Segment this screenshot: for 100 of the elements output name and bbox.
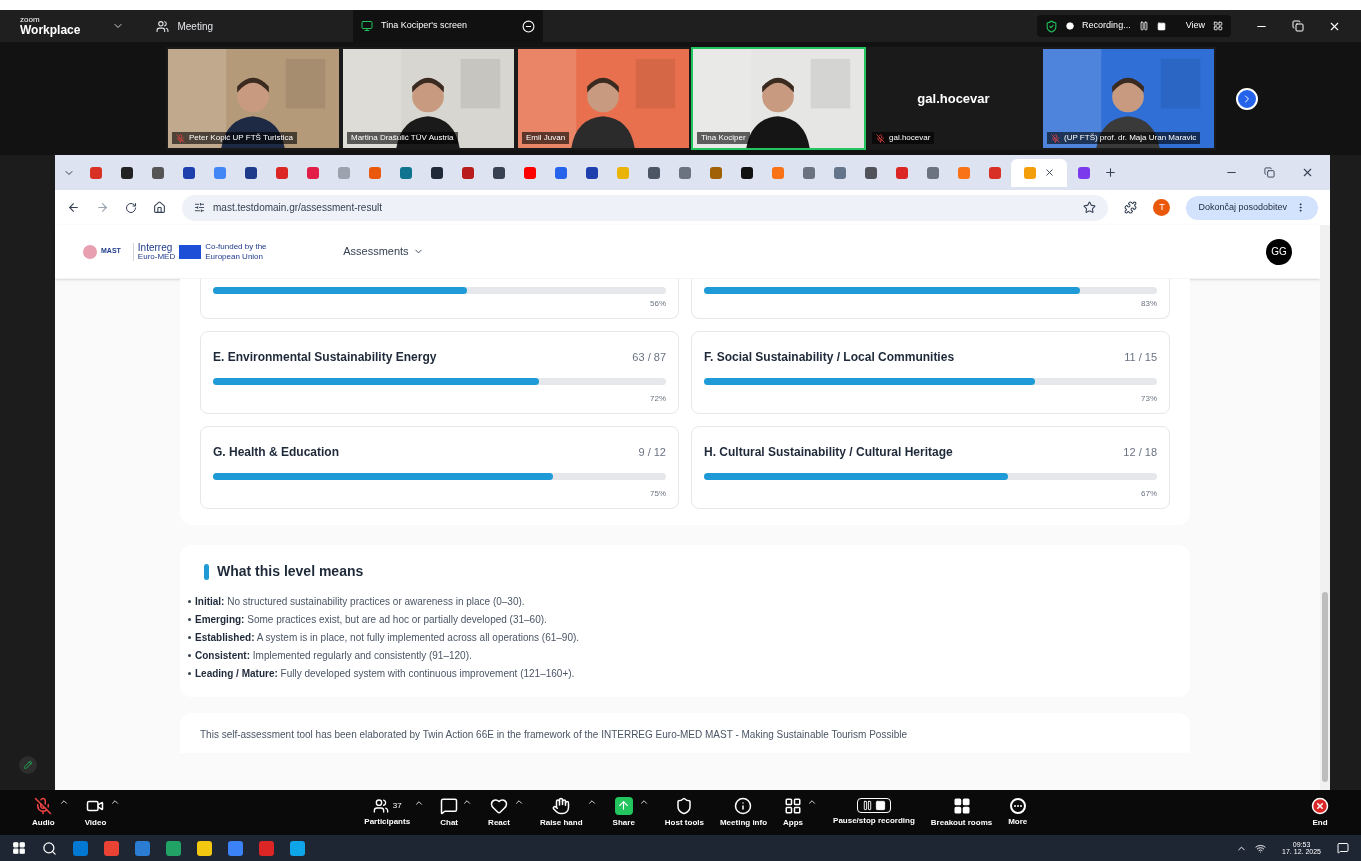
restore-icon[interactable]	[1264, 167, 1275, 178]
network-icon[interactable]	[1255, 842, 1267, 854]
address-bar[interactable]: mast.testdomain.gr/assessment-result	[182, 194, 1109, 221]
reload-icon[interactable]	[125, 201, 137, 214]
percent-label: 83%	[1141, 298, 1157, 310]
recording-pill[interactable]: Recording... View	[1037, 15, 1231, 37]
taskbar-app-icon[interactable]	[197, 840, 212, 856]
hand-icon	[552, 796, 571, 815]
zoom-logo-small: zoom	[20, 16, 41, 24]
meeting-control[interactable]: Pause/stop recording	[825, 798, 923, 827]
meeting-control[interactable]: Breakout rooms	[922, 796, 1001, 829]
level-description: Consistent: Implemented regularly and consistently (91–120).	[195, 649, 472, 663]
recording-label: Recording...	[1082, 19, 1131, 33]
taskbar-app-icon[interactable]	[228, 840, 243, 856]
level-card-title: What this level means	[217, 562, 364, 581]
footer-text: This self-assessment tool has been elaborated by Twin Action 66E in the framework of the INTERREG Euro-MED MAST - Making Sustainable Tourism Possible	[200, 729, 907, 740]
screen-share-tab[interactable]: Tina Kociper's screen	[353, 10, 544, 42]
meeting-control[interactable]: Meeting info	[711, 796, 776, 829]
participant-name: (UP FTŠ) prof. dr. Maja Uran Maravic	[1064, 132, 1197, 144]
restore-icon[interactable]	[1292, 20, 1304, 32]
interreg-logo: Interreg	[137, 242, 174, 253]
taskbar-app-icon[interactable]	[166, 840, 181, 856]
view-label[interactable]: View	[1185, 19, 1205, 33]
participant-name: Tina Kociper	[701, 132, 746, 144]
notification-icon[interactable]	[1337, 842, 1349, 854]
meeting-control[interactable]: Host tools	[656, 796, 712, 829]
info-icon	[734, 796, 753, 815]
bookmark-star-icon[interactable]	[1083, 201, 1097, 214]
pause-icon[interactable]	[1138, 21, 1149, 31]
category-title: E. Environmental Sustainability Energy	[213, 349, 437, 366]
next-page-icon[interactable]	[1236, 87, 1258, 110]
shield-check-icon	[1045, 19, 1059, 33]
scrollbar[interactable]	[1320, 225, 1330, 790]
level-description: Initial: No structured sustainability practices or awareness in place (0–30).	[195, 595, 525, 609]
percent-label: 75%	[650, 488, 666, 500]
pause-stop-icon	[856, 798, 891, 813]
minus-circle-icon[interactable]	[522, 19, 536, 33]
participant-display-name: gal.hocevar	[917, 89, 990, 108]
forward-icon[interactable]	[96, 201, 109, 214]
level-description: Established: A system is in place, not fully implemented across all operations (61–90).	[195, 631, 580, 645]
bullet-icon	[188, 636, 191, 639]
eu-funding-text: Co-funded by the European Union	[205, 241, 268, 262]
home-icon[interactable]	[153, 201, 166, 214]
category-score: 12 / 18	[1123, 444, 1157, 460]
heart-icon	[490, 796, 508, 815]
assessments-menu[interactable]: Assessments	[343, 243, 424, 260]
participant-count: 37	[392, 799, 402, 812]
zoom-logo: Workplace	[20, 24, 81, 36]
update-button[interactable]: Dokončaj posodobitev	[1186, 195, 1318, 220]
pencil-icon[interactable]	[18, 756, 37, 774]
bullet-icon	[188, 618, 191, 621]
grid-icon[interactable]	[1213, 21, 1223, 31]
extensions-icon[interactable]	[1124, 201, 1138, 214]
percent-label: 73%	[1141, 393, 1157, 405]
more-icon	[1009, 797, 1026, 814]
apps-icon	[784, 796, 803, 815]
category-title: F. Social Sustainability / Local Communities	[704, 349, 955, 366]
chat-icon	[440, 796, 459, 815]
level-description: Emerging: Some practices exist, but are ad hoc or partially developed (31–60).	[195, 613, 547, 627]
percent-label: 56%	[650, 298, 666, 310]
eu-flag-icon	[179, 244, 202, 259]
category-title: G. Health & Education	[213, 444, 339, 461]
taskbar-app-icon[interactable]	[290, 840, 305, 856]
close-tab-icon[interactable]	[1043, 167, 1055, 178]
bullet-icon	[188, 600, 191, 603]
meeting-control[interactable]: More	[1000, 797, 1036, 828]
site-settings-icon[interactable]	[194, 202, 205, 213]
mast-logo-icon	[83, 244, 97, 259]
category-score: 11 / 15	[1124, 349, 1157, 365]
taskbar-app-icon[interactable]	[104, 840, 119, 856]
stop-icon[interactable]	[1156, 21, 1166, 31]
record-dot-icon	[1066, 22, 1075, 30]
meeting-control[interactable]: Apps	[775, 796, 826, 829]
back-icon[interactable]	[67, 201, 80, 214]
meeting-control[interactable]: End	[1303, 796, 1337, 829]
meeting-control[interactable]: Audio	[24, 796, 77, 829]
meeting-tab[interactable]: Meeting	[156, 18, 214, 34]
accent-mark-icon	[204, 563, 209, 580]
meeting-control[interactable]: Chat	[432, 796, 481, 829]
category-score: 63 / 87	[632, 349, 666, 365]
user-avatar[interactable]: GG	[1266, 238, 1292, 265]
grid-icon	[952, 796, 971, 815]
close-icon[interactable]	[1301, 166, 1314, 179]
percent-label: 72%	[650, 393, 666, 405]
percent-label: 67%	[1141, 488, 1157, 500]
meeting-control[interactable]: React	[480, 796, 532, 829]
meeting-control[interactable]: 37 Participants	[356, 797, 433, 828]
start-icon[interactable]	[12, 841, 26, 855]
people-icon	[156, 19, 170, 33]
search-icon[interactable]	[42, 840, 57, 856]
end-icon	[1311, 796, 1329, 815]
meeting-control[interactable]: Video	[76, 796, 129, 829]
meeting-control[interactable]: Raise hand	[531, 796, 605, 829]
muted-mic-icon	[34, 796, 53, 815]
participant-name: Martina Drašulić TÜV Austria	[351, 132, 454, 144]
profile-avatar[interactable]: T	[1153, 199, 1171, 216]
shield-icon	[675, 796, 694, 815]
new-tab-icon[interactable]	[1104, 166, 1117, 179]
interreg-sub: Euro-MED	[137, 252, 176, 261]
meeting-control[interactable]: Share	[604, 796, 657, 829]
